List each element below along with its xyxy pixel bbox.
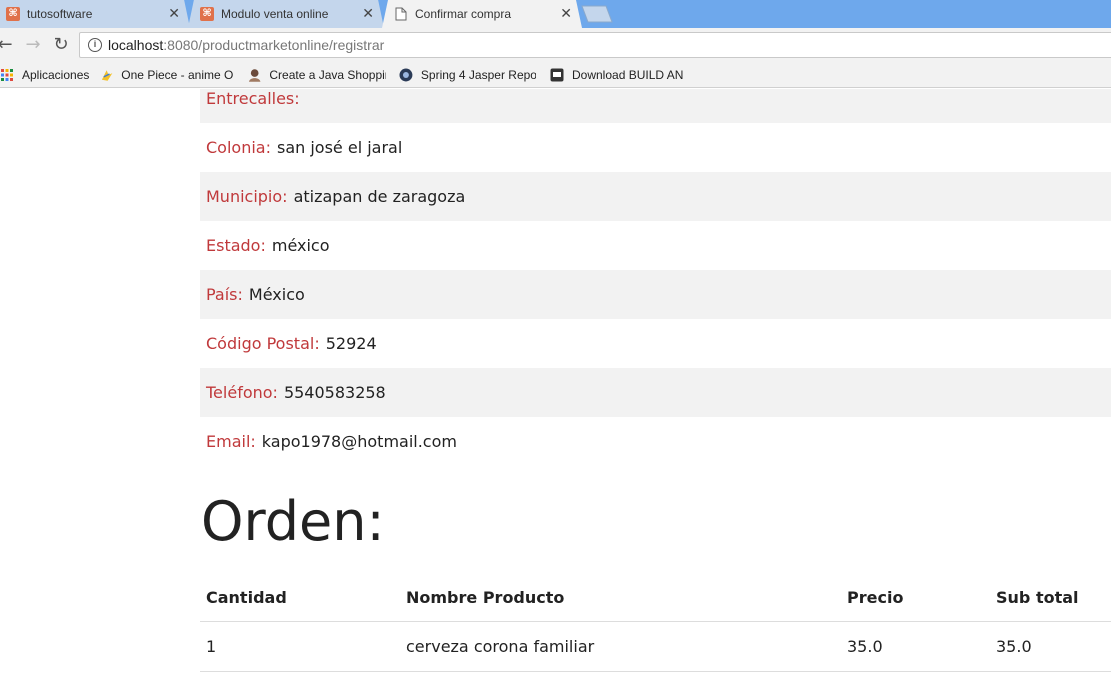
cell-nombre-producto: cerveza corona familiar: [406, 637, 595, 656]
column-header-sub-total: Sub total: [996, 587, 1079, 607]
tab-confirmar-compra[interactable]: Confirmar compra ✕: [382, 0, 582, 28]
field-codigo-postal: Código Postal: 52924: [200, 319, 1111, 368]
column-header-nombre-producto: Nombre Producto: [406, 587, 565, 607]
field-value: san josé el jaral: [276, 138, 403, 157]
close-icon[interactable]: ✕: [168, 6, 180, 22]
bookmark-spring-jasper[interactable]: Spring 4 Jasper Repo: [399, 66, 536, 84]
xampp-icon: ⌘: [200, 7, 214, 21]
table-row: 1 cerveza corona familiar 35.0 35.0: [200, 622, 1111, 672]
browser-toolbar: ← → ↻ i localhost:8080/productmarketonli…: [0, 28, 1111, 62]
page-content: Entrecalles: Colonia: san josé el jaral …: [0, 89, 1111, 684]
bookmark-aplicaciones[interactable]: Aplicaciones: [0, 66, 89, 84]
field-value: kapo1978@hotmail.com: [261, 432, 457, 451]
close-icon[interactable]: ✕: [362, 6, 374, 22]
field-label: Colonia:: [206, 138, 271, 157]
cell-cantidad: 1: [206, 637, 217, 656]
xampp-icon: ⌘: [6, 7, 20, 21]
url-text: localhost:8080/productmarketonline/regis…: [108, 37, 385, 53]
new-tab-button[interactable]: [580, 5, 614, 23]
bookmark-download-build[interactable]: Download BUILD AN: [550, 66, 684, 84]
close-icon[interactable]: ✕: [560, 6, 572, 22]
column-header-cantidad: Cantidad: [206, 587, 287, 607]
tab-modulo-venta-online[interactable]: ⌘ Modulo venta online ✕: [188, 0, 384, 28]
tab-title: Confirmar compra: [415, 7, 512, 21]
field-label: Código Postal:: [206, 334, 320, 353]
field-label: Municipio:: [206, 187, 288, 206]
field-label: País:: [206, 285, 243, 304]
table-header: Cantidad Nombre Producto Precio Sub tota…: [200, 573, 1111, 622]
field-value: méxico: [271, 236, 330, 255]
cell-sub-total: 35.0: [996, 637, 1032, 656]
reload-icon[interactable]: ↻: [50, 34, 72, 56]
tab-tutosoftware[interactable]: ⌘ tutosoftware ✕: [0, 0, 190, 28]
field-label: Estado:: [206, 236, 266, 255]
disc-icon: [399, 68, 413, 82]
field-telefono: Teléfono: 5540583258: [200, 368, 1111, 417]
cell-precio: 35.0: [847, 637, 883, 656]
field-value: México: [248, 285, 305, 304]
field-municipio: Municipio: atizapan de zaragoza: [200, 172, 1111, 221]
anime-icon: [101, 70, 113, 81]
field-pais: País: México: [200, 270, 1111, 319]
tab-title: tutosoftware: [27, 7, 93, 21]
field-estado: Estado: méxico: [200, 221, 1111, 270]
address-bar[interactable]: i localhost:8080/productmarketonline/reg…: [79, 32, 1111, 58]
field-value: atizapan de zaragoza: [293, 187, 466, 206]
field-label: Entrecalles:: [206, 89, 300, 108]
forward-icon[interactable]: →: [22, 34, 44, 56]
column-header-precio: Precio: [847, 587, 904, 607]
info-icon[interactable]: i: [88, 38, 102, 52]
order-table: Cantidad Nombre Producto Precio Sub tota…: [200, 573, 1111, 672]
download-icon: [550, 68, 564, 82]
back-icon[interactable]: ←: [0, 34, 16, 56]
field-label: Email:: [206, 432, 256, 451]
bookmark-java-shopping[interactable]: Create a Java Shoppin: [248, 66, 386, 84]
field-label: Teléfono:: [206, 383, 278, 402]
field-email: Email: kapo1978@hotmail.com: [200, 417, 1111, 466]
field-value: 52924: [325, 334, 377, 353]
tab-title: Modulo venta online: [221, 7, 329, 21]
apps-grid-icon: [1, 69, 13, 81]
avatar-icon: [248, 69, 261, 82]
field-colonia: Colonia: san josé el jaral: [200, 123, 1111, 172]
field-entrecalles: Entrecalles:: [200, 89, 1111, 123]
field-value: 5540583258: [283, 383, 386, 402]
bookmark-one-piece[interactable]: One Piece - anime On: [100, 66, 234, 84]
bookmarks-bar: Aplicaciones One Piece - anime On Create…: [0, 62, 1111, 88]
order-title: Orden:: [201, 490, 385, 553]
tab-strip: ⌘ tutosoftware ✕ ⌘ Modulo venta online ✕…: [0, 0, 1111, 28]
document-icon: [394, 7, 408, 21]
